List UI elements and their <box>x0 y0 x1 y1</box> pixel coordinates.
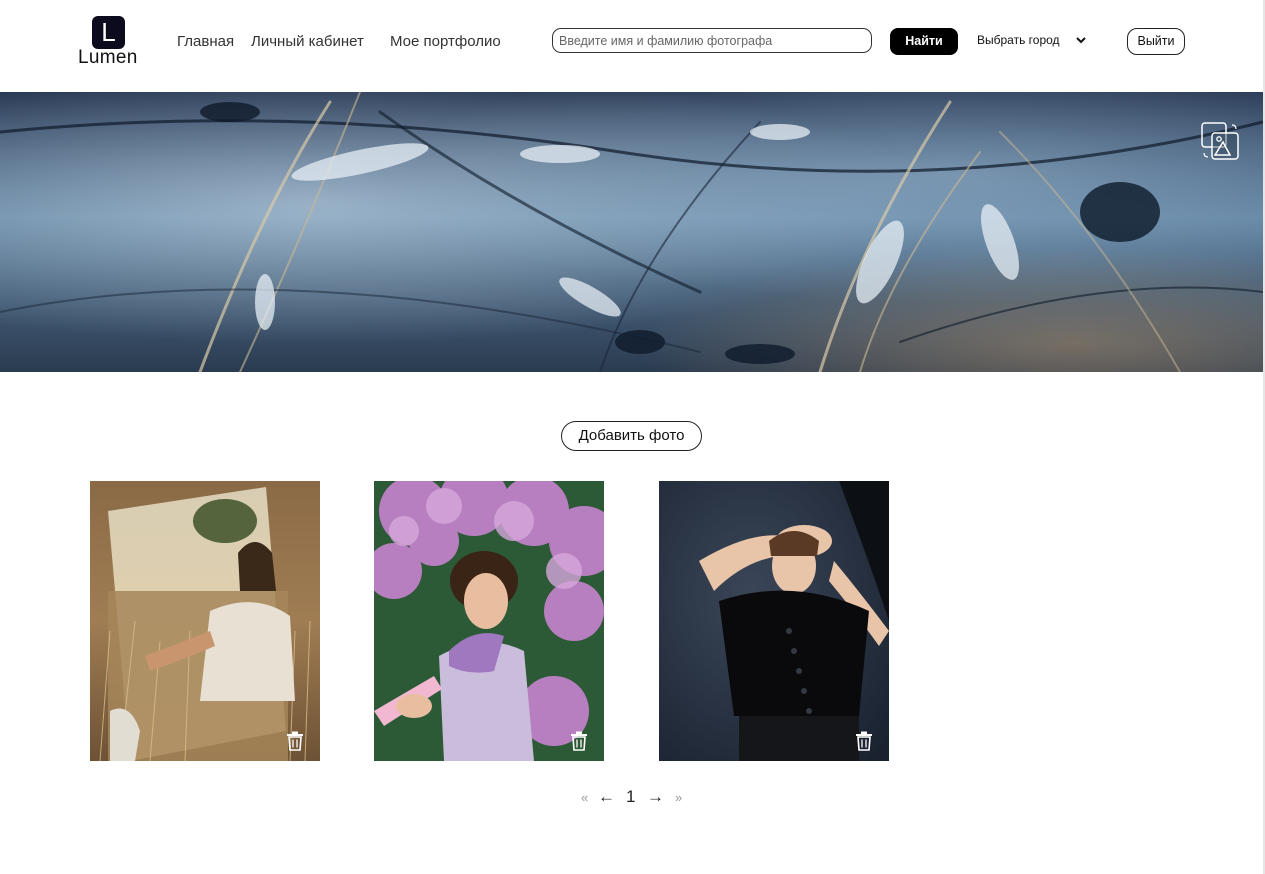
cover-image <box>0 92 1263 372</box>
photo-woman-in-black <box>659 481 889 761</box>
nav-home[interactable]: Главная <box>177 33 234 50</box>
photo-woman-with-mirror <box>90 481 320 761</box>
pagination-next[interactable]: → <box>647 787 664 807</box>
gallery-photo[interactable] <box>374 481 604 761</box>
pagination-first[interactable]: « <box>581 790 588 805</box>
trash-icon[interactable] <box>570 731 588 751</box>
gallery-photo[interactable] <box>659 481 889 761</box>
photographer-search-input[interactable] <box>552 28 872 53</box>
nav-portfolio[interactable]: Мое портфолио <box>390 33 501 50</box>
site-header: L Lumen Главная Личный кабинет Мое портф… <box>0 0 1265 92</box>
cover-banner <box>0 92 1263 372</box>
logo[interactable]: L Lumen <box>78 16 140 68</box>
trash-icon[interactable] <box>855 731 873 751</box>
photo-woman-in-lilac <box>374 481 604 761</box>
chevron-down-icon[interactable] <box>1075 34 1087 46</box>
trash-icon[interactable] <box>286 731 304 751</box>
nav-account[interactable]: Личный кабинет <box>251 33 364 50</box>
logo-text: Lumen <box>78 47 138 68</box>
change-cover-icon[interactable] <box>1199 120 1241 162</box>
city-select-label[interactable]: Выбрать город <box>977 33 1060 47</box>
pagination-last[interactable]: » <box>675 790 682 805</box>
pagination-prev[interactable]: ← <box>598 787 615 807</box>
logo-mark: L <box>92 16 125 49</box>
add-photo-button[interactable]: Добавить фото <box>561 421 702 451</box>
pagination-current-page[interactable]: 1 <box>626 787 635 807</box>
search-button[interactable]: Найти <box>890 28 958 55</box>
gallery-photo[interactable] <box>90 481 320 761</box>
logout-button[interactable]: Выйти <box>1127 28 1185 55</box>
